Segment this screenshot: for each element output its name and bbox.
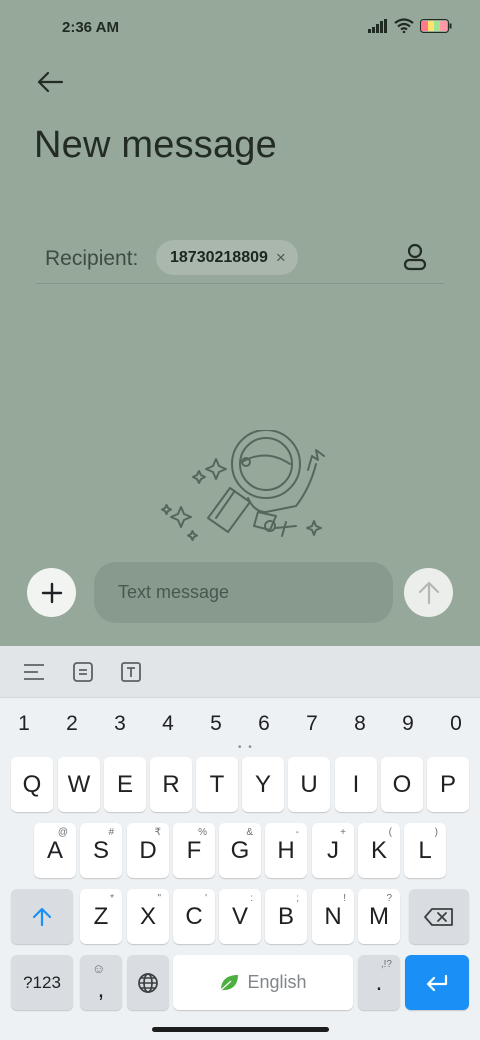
key-z[interactable]: * Z xyxy=(80,889,122,944)
key-f[interactable]: % F xyxy=(173,823,215,878)
page-title: New message xyxy=(34,124,277,166)
key-m[interactable]: ? M xyxy=(358,889,400,944)
battery-icon xyxy=(420,18,452,33)
emoji-comma-key[interactable]: ☺ , xyxy=(80,955,122,1010)
message-input[interactable] xyxy=(94,562,393,623)
key-9[interactable]: 9 xyxy=(384,706,432,742)
key-6[interactable]: 6 xyxy=(240,706,288,742)
contacts-button[interactable] xyxy=(400,242,430,272)
back-arrow-icon xyxy=(37,71,64,93)
enter-key[interactable] xyxy=(405,955,469,1010)
key-y[interactable]: Y xyxy=(242,757,284,812)
recipient-row[interactable]: Recipient: 18730218809 × xyxy=(36,232,444,284)
key-3[interactable]: 3 xyxy=(96,706,144,742)
symbols-key[interactable]: ?123 xyxy=(11,955,73,1010)
space-bar[interactable]: English xyxy=(173,955,353,1010)
wifi-icon xyxy=(394,18,414,33)
back-button[interactable] xyxy=(30,62,70,102)
backspace-icon xyxy=(424,907,453,926)
key-5[interactable]: 5 xyxy=(192,706,240,742)
key-c[interactable]: ' C xyxy=(173,889,215,944)
enter-icon xyxy=(426,974,448,991)
page-indicator-dots: • • xyxy=(238,742,254,753)
key-a[interactable]: @ A xyxy=(34,823,76,878)
person-icon xyxy=(403,243,427,271)
key-e[interactable]: E xyxy=(104,757,146,812)
clipboard-tool[interactable] xyxy=(70,659,96,685)
key-t[interactable]: T xyxy=(196,757,238,812)
key-p[interactable]: P xyxy=(427,757,469,812)
key-o[interactable]: O xyxy=(381,757,423,812)
lines-icon xyxy=(24,664,44,680)
key-b[interactable]: ; B xyxy=(265,889,307,944)
recipient-chip[interactable]: 18730218809 × xyxy=(156,240,298,275)
shift-arrow-icon xyxy=(32,907,52,926)
add-attachment-button[interactable] xyxy=(27,568,76,617)
key-8[interactable]: 8 xyxy=(336,706,384,742)
key-4[interactable]: 4 xyxy=(144,706,192,742)
key-q[interactable]: Q xyxy=(11,757,53,812)
emoji-icon: ☺ xyxy=(92,961,106,976)
plus-icon xyxy=(41,582,62,603)
home-indicator[interactable] xyxy=(152,1027,329,1032)
key-j[interactable]: + J xyxy=(312,823,354,878)
globe-icon xyxy=(138,972,158,993)
language-key[interactable] xyxy=(127,955,169,1010)
key-l[interactable]: ) L xyxy=(404,823,446,878)
status-time: 2:36 AM xyxy=(62,19,119,36)
send-arrow-icon xyxy=(418,581,439,604)
key-0[interactable]: 0 xyxy=(432,706,480,742)
key-x[interactable]: " X xyxy=(127,889,169,944)
recipient-chip-number: 18730218809 xyxy=(170,248,268,266)
leaf-icon xyxy=(221,974,239,990)
recipient-label: Recipient: xyxy=(45,247,139,270)
key-w[interactable]: W xyxy=(58,757,100,812)
key-1[interactable]: 1 xyxy=(0,706,48,742)
backspace-key[interactable] xyxy=(409,889,469,944)
astronaut-illustration xyxy=(161,430,325,541)
key-s[interactable]: # S xyxy=(80,823,122,878)
key-n[interactable]: ! N xyxy=(312,889,354,944)
key-d[interactable]: ₹ D xyxy=(127,823,169,878)
text-style-tool[interactable] xyxy=(118,659,144,685)
text-box-icon xyxy=(121,662,141,682)
key-h[interactable]: -H xyxy=(265,823,307,878)
key-7[interactable]: 7 xyxy=(288,706,336,742)
key-g[interactable]: & G xyxy=(219,823,261,878)
keyboard: 1 2 3 4 5 6 7 8 9 0 • • Q W E R T Y U I … xyxy=(0,646,480,1040)
period-key[interactable]: ,!? . xyxy=(358,955,400,1010)
key-k[interactable]: (K xyxy=(358,823,400,878)
key-2[interactable]: 2 xyxy=(48,706,96,742)
messaging-app: 2:36 AM New message Recipient: 187302188… xyxy=(0,0,480,646)
clipboard-icon xyxy=(73,662,93,682)
number-row: 1 2 3 4 5 6 7 8 9 0 xyxy=(0,706,480,742)
status-icons xyxy=(368,18,452,33)
key-r[interactable]: R xyxy=(150,757,192,812)
status-bar: 2:36 AM xyxy=(0,0,480,56)
send-button[interactable] xyxy=(404,568,453,617)
key-u[interactable]: U xyxy=(288,757,330,812)
signal-icon xyxy=(368,18,387,33)
keyboard-toolbar xyxy=(0,646,480,698)
key-v[interactable]: :V xyxy=(219,889,261,944)
remove-recipient-icon[interactable]: × xyxy=(276,249,286,266)
text-align-tool[interactable] xyxy=(21,659,47,685)
key-i[interactable]: I xyxy=(335,757,377,812)
shift-key[interactable] xyxy=(11,889,73,944)
